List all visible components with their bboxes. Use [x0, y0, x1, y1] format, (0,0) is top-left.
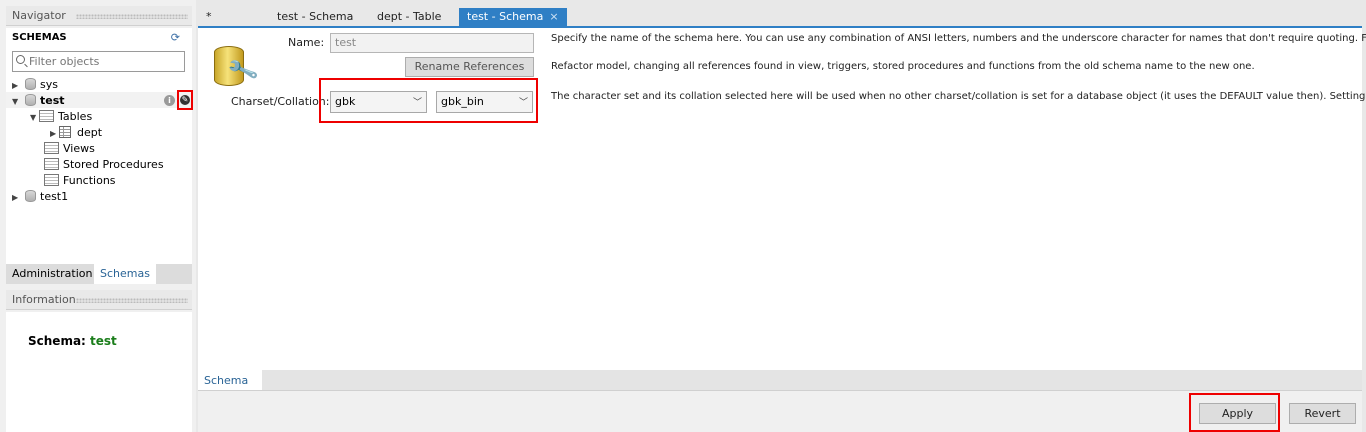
tree-item-functions[interactable]: Functions [44, 173, 116, 189]
tables-folder-icon [39, 110, 54, 122]
search-icon [16, 55, 25, 64]
tree-item-tables[interactable]: ▼ Tables [30, 109, 92, 125]
database-icon [25, 94, 36, 106]
tab-schemas[interactable]: Schemas [94, 264, 156, 284]
charset-value: gbk [335, 95, 356, 108]
navigator-header: Navigator [6, 6, 192, 26]
collapse-arrow-icon[interactable]: ▼ [30, 110, 39, 126]
document-tabbar: * test - Schema dept - Table test - Sche… [198, 6, 1362, 27]
navigator-panel: Navigator SCHEMAS ⟳ ▶sys ▼test i ✎ ▼Tabl… [0, 0, 196, 432]
schema-editor: * test - Schema dept - Table test - Sche… [198, 6, 1366, 432]
expand-arrow-icon[interactable]: ▶ [12, 78, 21, 94]
expand-arrow-icon[interactable]: ▶ [50, 126, 59, 142]
database-icon [25, 78, 36, 90]
information-panel: Schema: test [6, 312, 192, 432]
tab-unsaved[interactable]: * [198, 8, 220, 27]
tree-label-test: test [40, 94, 65, 107]
functions-folder-icon [44, 174, 59, 186]
tree-item-sys[interactable]: ▶ sys [12, 77, 58, 93]
collation-select[interactable]: gbk_bin ﹀ [436, 91, 533, 113]
apply-button[interactable]: Apply [1199, 403, 1276, 424]
schema-inspector-highlight[interactable]: ✎ [177, 90, 193, 110]
grip-icon[interactable] [76, 14, 188, 19]
help-charset: The character set and its collation sele… [551, 91, 1366, 102]
expand-arrow-icon[interactable]: ▶ [12, 190, 21, 206]
schema-icon: 🔧 [212, 46, 261, 92]
tree-label-tables: Tables [58, 110, 93, 123]
tab-administration[interactable]: Administration [6, 264, 99, 284]
information-header: Information [6, 290, 192, 310]
schemas-header: SCHEMAS [12, 32, 67, 43]
tree-item-test1[interactable]: ▶ test1 [12, 189, 68, 205]
information-title: Information [12, 293, 76, 306]
revert-button[interactable]: Revert [1289, 403, 1356, 424]
close-icon[interactable]: × [549, 10, 558, 23]
wrench-icon[interactable]: ✎ [180, 95, 190, 105]
refresh-icon[interactable]: ⟳ [171, 31, 180, 44]
schema-info-label: Schema: [28, 334, 86, 348]
tree-item-dept[interactable]: ▶ dept [50, 125, 102, 141]
tab-test-schema-active[interactable]: test - Schema × [459, 8, 567, 27]
tree-label-functions: Functions [63, 174, 116, 187]
tab-schema[interactable]: Schema [198, 370, 262, 390]
filter-input[interactable] [29, 54, 179, 69]
tab-test-schema[interactable]: test - Schema [269, 8, 361, 27]
editor-bottom-tabs: Schema [198, 370, 1362, 390]
table-icon [59, 126, 71, 138]
collation-value: gbk_bin [441, 95, 484, 108]
rename-references-button[interactable]: Rename References [405, 57, 534, 77]
filter-box[interactable] [12, 51, 185, 72]
procedures-folder-icon [44, 158, 59, 170]
charset-select[interactable]: gbk ﹀ [330, 91, 427, 113]
chevron-down-icon: ﹀ [518, 98, 528, 108]
tree-item-test[interactable]: ▼ test [12, 93, 65, 109]
schema-tree: SCHEMAS ⟳ ▶sys ▼test i ✎ ▼Tables ▶dept V… [6, 28, 193, 264]
tab-label: test - Schema [467, 10, 544, 23]
info-icon[interactable]: i [164, 95, 175, 106]
help-name: Specify the name of the schema here. You… [551, 33, 1366, 44]
charset-label: Charset/Collation: [231, 95, 330, 108]
navigator-title: Navigator [12, 9, 66, 22]
tree-label-sys: sys [40, 78, 58, 91]
tree-item-stored-procedures[interactable]: Stored Procedures [44, 157, 164, 173]
help-rename: Refactor model, changing all references … [551, 61, 1255, 72]
navigator-tabs: Administration Schemas [6, 264, 192, 284]
schema-name-input[interactable]: test [330, 33, 534, 53]
tree-label-stored-procedures: Stored Procedures [63, 158, 164, 171]
editor-footer: Apply Revert [198, 390, 1362, 432]
tab-dept-table[interactable]: dept - Table [369, 8, 449, 27]
schema-info: Schema: test [28, 334, 117, 348]
grip-icon[interactable] [76, 298, 188, 303]
tree-item-views[interactable]: Views [44, 141, 95, 157]
tree-label-views: Views [63, 142, 95, 155]
tree-label-dept: dept [77, 126, 103, 139]
database-icon [25, 190, 36, 202]
tab-underline [198, 26, 1362, 28]
chevron-down-icon: ﹀ [412, 98, 422, 108]
tree-label-test1: test1 [40, 190, 69, 203]
name-label: Name: [288, 36, 325, 49]
schema-info-value: test [90, 334, 117, 348]
views-folder-icon [44, 142, 59, 154]
collapse-arrow-icon[interactable]: ▼ [12, 94, 21, 110]
